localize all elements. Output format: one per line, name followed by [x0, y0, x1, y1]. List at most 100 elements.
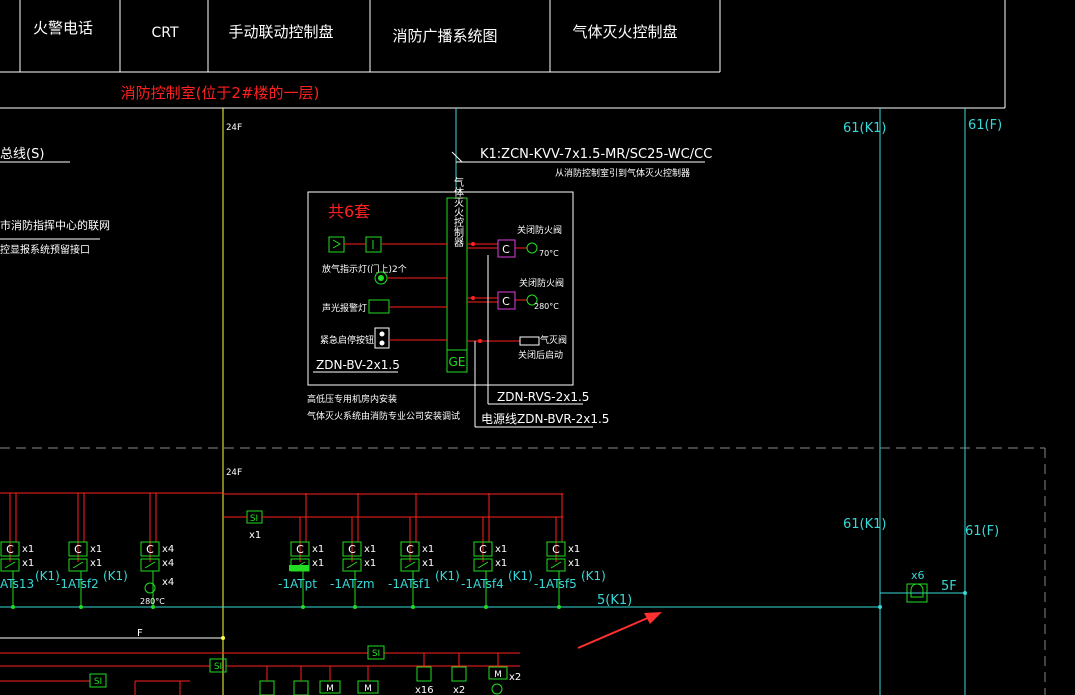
module-code: x1 [90, 544, 102, 555]
module-name: -1ATs13 [0, 577, 34, 591]
riser-label-mid-f: 61(F) [965, 524, 999, 539]
svg-text:C: C [502, 243, 510, 256]
gas-cable-rvs-label: ZDN-RVS-2x1.5 [497, 390, 589, 404]
cable-k1-label: K1:ZCN-KVV-7x1.5-MR/SC25-WC/CC [480, 147, 712, 162]
module-2: Cx1 x1 -1ATsf2 (K1) [56, 493, 128, 609]
module-name: -1ATzm [330, 577, 375, 591]
module-code: x1 [364, 544, 376, 555]
header-cell-fire-phone: 火警电话 [33, 19, 93, 37]
gas-right-wiring [467, 243, 527, 342]
module-name: -1ATsf2 [56, 577, 99, 591]
f-line-label: F [137, 628, 143, 639]
gas-device-s-icon [328, 236, 345, 253]
module-tag: (K1) [581, 569, 606, 583]
module-name: 280°C [140, 597, 165, 606]
module-code: x4 [162, 544, 174, 555]
svg-text:SI: SI [250, 514, 258, 524]
riser-label-mid: 61(K1) [843, 517, 886, 532]
cad-drawing-canvas: 火警电话 CRT 手动联动控制盘 消防广播系统图 气体灭火控制盘 消防控制室(位… [0, 0, 1046, 695]
module-c-label: C [6, 543, 14, 556]
module-code-2: x1 [364, 558, 376, 569]
module-code: x1 [22, 544, 34, 555]
module-3: Cx4 x4 280°C x4 [140, 493, 174, 609]
header-cell-crt: CRT [151, 25, 178, 41]
module-7: Cx1 x1 -1ATsf4 (K1) [461, 493, 533, 609]
module-tag: (K1) [103, 569, 128, 583]
gas-valve-label-2: 关闭后启动 [518, 349, 563, 361]
gas-release-light-label: 放气指示灯(门上)2个 [322, 263, 407, 275]
gas-alarm-light-label: 声光报警灯 [322, 302, 367, 314]
gas-cable-power-label: 电源线ZDN-BVR-2x1.5 [481, 412, 609, 426]
module-code-2: x1 [22, 558, 34, 569]
module-c-label: C [406, 543, 414, 556]
gas-panel-title: 共6套 [328, 202, 370, 221]
si-count-upper: x1 [249, 530, 261, 541]
bottom-device-drops [134, 653, 499, 695]
module-c-label: C [348, 543, 356, 556]
riser-label-top: 61(K1) [843, 121, 886, 136]
module-code-2: x1 [422, 558, 434, 569]
module-4: Cx1 x1 -1ATpt [278, 493, 324, 609]
module-6: Cx1 x1 -1ATsf1 (K1) [388, 493, 460, 609]
svg-text:SI: SI [94, 677, 102, 687]
module-code: x1 [312, 544, 324, 555]
module-hatch-icon [289, 565, 309, 571]
gas-valve-label-1: 气灭阀 [540, 334, 567, 346]
gas-note-1: 高低压专用机房内安装 [307, 393, 397, 405]
module-code: x1 [422, 544, 434, 555]
module-c-label: C [74, 543, 82, 556]
module-code-2: x1 [90, 558, 102, 569]
network-label-2: 控显报系统预留接口 [0, 243, 90, 256]
header-cell-broadcast: 消防广播系统图 [392, 27, 497, 45]
cable-k1-tick [451, 151, 463, 163]
module-code-2: x4 [162, 558, 174, 569]
module-1: Cx1x1-1ATs13(K1) [0, 493, 60, 609]
module-tag: x4 [162, 577, 174, 588]
network-label-1: 市消防指挥中心的联网 [0, 218, 110, 232]
module-code: x1 [495, 544, 507, 555]
floor-device-floor: 5F [941, 579, 957, 594]
module-8: Cx1 x1 -1ATsf5 (K1) [534, 493, 606, 609]
module-name: -1ATsf1 [388, 577, 431, 591]
riser-label-top-f: 61(F) [968, 118, 1002, 133]
module-name: -1ATpt [278, 577, 317, 591]
floor-device-count: x6 [911, 569, 925, 582]
svg-text:SI: SI [214, 662, 222, 672]
module-5: Cx1 x1 -1ATzm [330, 493, 376, 609]
gas-emergency-label: 紧急启停按钮 [320, 334, 374, 346]
svg-text:SI: SI [372, 649, 380, 659]
room-label: 消防控制室(位于2#楼的一层) [121, 84, 320, 102]
gas-controller-label: 气体灭火控制器 [452, 176, 464, 248]
gas-note-2: 气体灭火系统由消防专业公司安装调试 [307, 410, 460, 422]
gas-cable-bv-label: ZDN-BV-2x1.5 [316, 358, 400, 372]
gas-temp-70: 70°C [539, 249, 559, 258]
module-c-label: C [296, 543, 304, 556]
module-name: -1ATsf4 [461, 577, 504, 591]
bus-5k1-label: 5(K1) [597, 593, 632, 608]
module-c-label: C [146, 543, 154, 556]
gas-valve-icon [519, 336, 540, 346]
bus-line-label: 总线(S) [0, 147, 44, 162]
gas-controller-ge: GE [449, 355, 466, 369]
bottom-m-1: M [326, 684, 334, 694]
module-code-2: x1 [495, 558, 507, 569]
module-c-label: C [479, 543, 487, 556]
gas-damper-280-label: 关闭防火阀 [519, 277, 564, 289]
cable-k1-sublabel: 从消防控制室引到气体灭火控制器 [555, 167, 690, 179]
module-c-label: C [552, 543, 560, 556]
header-cell-manual-panel: 手动联动控制盘 [228, 23, 333, 41]
module-row: Cx1 x1 -1ATs13 (K1) Cx1 x1 -1ATsf2 (K1) Cx4 x4 280… [0, 493, 606, 609]
gas-damper-70-label: 关闭防火阀 [517, 224, 562, 236]
floor-mark-upper: 24F [226, 123, 242, 133]
svg-text:C: C [502, 295, 510, 308]
red-pointer-arrow [577, 612, 662, 649]
bottom-count-a: x16 [415, 685, 434, 695]
bottom-devices [259, 666, 508, 695]
floor-mark-lower: 24F [226, 468, 242, 478]
bottom-m-2: M [364, 684, 372, 694]
module-code-2: x1 [568, 558, 580, 569]
module-tag: (K1) [508, 569, 533, 583]
bottom-m-3: M [494, 670, 502, 680]
gas-temp-280: 280°C [534, 302, 559, 311]
module-tag: (K1) [435, 569, 460, 583]
